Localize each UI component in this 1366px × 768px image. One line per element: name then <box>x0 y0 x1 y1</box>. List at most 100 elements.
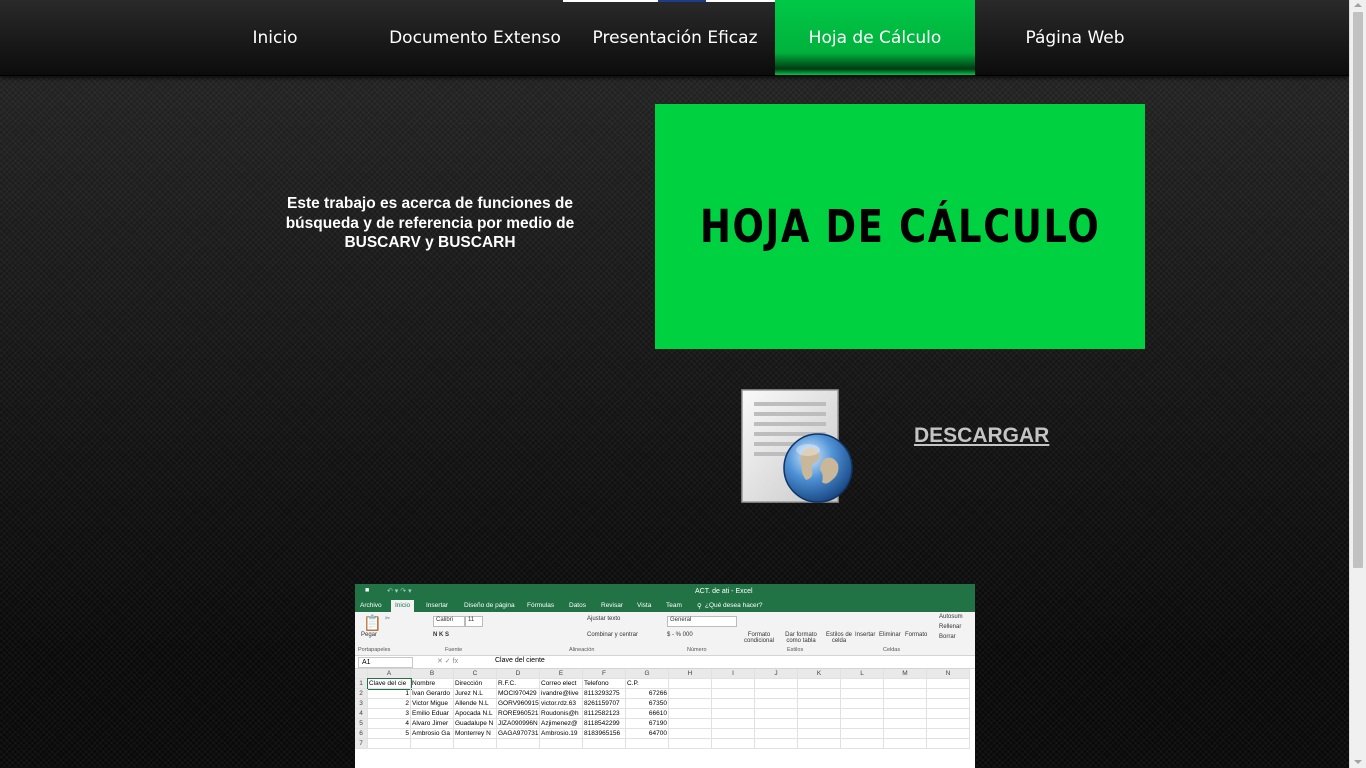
excel-cell <box>927 739 970 749</box>
excel-wrap-text: Ajustar texto <box>587 616 621 622</box>
excel-column-header: A <box>368 669 411 679</box>
excel-column-header: F <box>583 669 626 679</box>
excel-cell <box>669 729 712 739</box>
excel-ribbon: 📋 Pegar ✂ Calibri 11 N K S Ajustar texto… <box>355 612 975 646</box>
excel-cell <box>669 709 712 719</box>
excel-row-header: 6 <box>355 729 368 739</box>
excel-cell: 2 <box>368 699 411 709</box>
excel-cell <box>669 739 712 749</box>
excel-clear: Borrar <box>939 634 956 640</box>
excel-cell <box>755 729 798 739</box>
excel-cell: Clave del cie <box>367 678 412 690</box>
excel-group-label: Alineación <box>569 647 595 653</box>
excel-cell <box>841 719 884 729</box>
excel-cell: 8113293275 <box>583 689 626 699</box>
excel-row-header: 4 <box>355 709 368 719</box>
scrollbar-thumb[interactable] <box>1353 12 1363 568</box>
excel-column-header: K <box>798 669 841 679</box>
excel-column-header: J <box>755 669 798 679</box>
excel-corner-cell <box>355 669 368 679</box>
excel-cell <box>712 739 755 749</box>
excel-tab: Fórmulas <box>527 602 555 609</box>
excel-cell: 8183965156 <box>583 729 626 739</box>
excel-cell <box>669 679 712 689</box>
excel-cell: Apocada N.L <box>454 709 497 719</box>
excel-cell <box>454 739 497 749</box>
excel-cell <box>755 699 798 709</box>
excel-ribbon-tabs: Archivo Inicio Insertar Diseño de página… <box>355 599 975 614</box>
excel-cell: Jurez N.L <box>454 689 497 699</box>
excel-cell <box>712 709 755 719</box>
excel-ribbon-groups: Portapapeles Fuente Alineación Número Es… <box>355 646 975 656</box>
nav-pagina-web[interactable]: Página Web <box>975 0 1175 75</box>
excel-cell <box>927 709 970 719</box>
excel-cell <box>798 689 841 699</box>
excel-group-label: Portapapeles <box>358 647 391 653</box>
excel-column-header: E <box>540 669 583 679</box>
excel-cell <box>669 719 712 729</box>
excel-cell <box>798 729 841 739</box>
excel-cell: Victor Migue <box>411 699 454 709</box>
excel-cell: 8261159707 <box>583 699 626 709</box>
excel-cell <box>798 709 841 719</box>
excel-cell <box>927 689 970 699</box>
excel-cell: victor.rdz.63 <box>540 699 583 709</box>
excel-cell <box>368 739 411 749</box>
excel-cell <box>927 729 970 739</box>
download-link[interactable]: DESCARGAR <box>914 424 1049 448</box>
excel-window-title: ACT. de ati - Excel <box>695 588 753 595</box>
excel-cell: R.F.C. <box>497 679 540 689</box>
excel-insert-cells: Insertar <box>855 632 876 638</box>
excel-cell: ivandre@live <box>540 689 583 699</box>
excel-cell <box>755 739 798 749</box>
nav-hoja-de-calculo[interactable]: Hoja de Cálculo <box>775 0 975 75</box>
excel-cell <box>755 679 798 689</box>
excel-cell <box>755 689 798 699</box>
excel-number-format: General <box>667 616 737 627</box>
excel-column-header: L <box>841 669 884 679</box>
excel-autosum: Autosum <box>939 614 963 620</box>
excel-paste-icon: 📋 <box>363 615 382 632</box>
excel-bold-icon: N K S <box>433 632 450 638</box>
excel-tab: Revisar <box>601 602 624 609</box>
excel-cell <box>798 739 841 749</box>
nav-inicio[interactable]: Inicio <box>175 0 375 75</box>
vertical-scrollbar[interactable] <box>1349 0 1366 768</box>
excel-cell <box>841 679 884 689</box>
document-globe-icon[interactable] <box>738 388 858 508</box>
excel-cell: MOCI970429 <box>497 689 540 699</box>
excel-cell <box>712 729 755 739</box>
excel-column-header: M <box>884 669 927 679</box>
excel-cell: 3 <box>368 709 411 719</box>
excel-lightbulb-icon: ⚲ <box>697 603 702 610</box>
excel-group-label: Celdas <box>883 647 901 653</box>
excel-cell <box>841 729 884 739</box>
excel-font-select: Calibri <box>433 616 465 627</box>
excel-fill: Rellenar <box>939 624 962 630</box>
excel-title-bar: ■ ↶ ▾ ↷ ▾ ACT. de ati - Excel <box>355 584 975 599</box>
excel-cell: Correo elect <box>540 679 583 689</box>
excel-tell-me: ¿Qué desea hacer? <box>705 602 763 609</box>
excel-cell <box>755 719 798 729</box>
excel-cell <box>884 739 927 749</box>
excel-cell <box>884 699 927 709</box>
excel-cell: 66610 <box>626 709 669 719</box>
excel-group-label: Número <box>687 647 707 653</box>
excel-cell <box>712 679 755 689</box>
excel-cell <box>755 709 798 719</box>
excel-cond-format: Formato condicional <box>743 632 775 644</box>
excel-cell <box>540 739 583 749</box>
excel-cell <box>927 679 970 689</box>
scroll-down-arrow-icon[interactable] <box>1354 760 1362 764</box>
excel-cell <box>884 679 927 689</box>
nav-presentacion-eficaz[interactable]: Presentación Eficaz <box>575 0 775 75</box>
nav-documento-extenso[interactable]: Documento Extenso <box>375 0 575 75</box>
excel-cell: 64700 <box>626 729 669 739</box>
excel-cell: Guadalupe N <box>454 719 497 729</box>
excel-cell: 8112582123 <box>583 709 626 719</box>
excel-cell: JIZA090996N <box>497 719 540 729</box>
excel-tab: Team <box>666 602 682 609</box>
excel-column-header: B <box>411 669 454 679</box>
scroll-up-arrow-icon[interactable] <box>1354 3 1362 7</box>
excel-font-size: 11 <box>465 616 483 627</box>
